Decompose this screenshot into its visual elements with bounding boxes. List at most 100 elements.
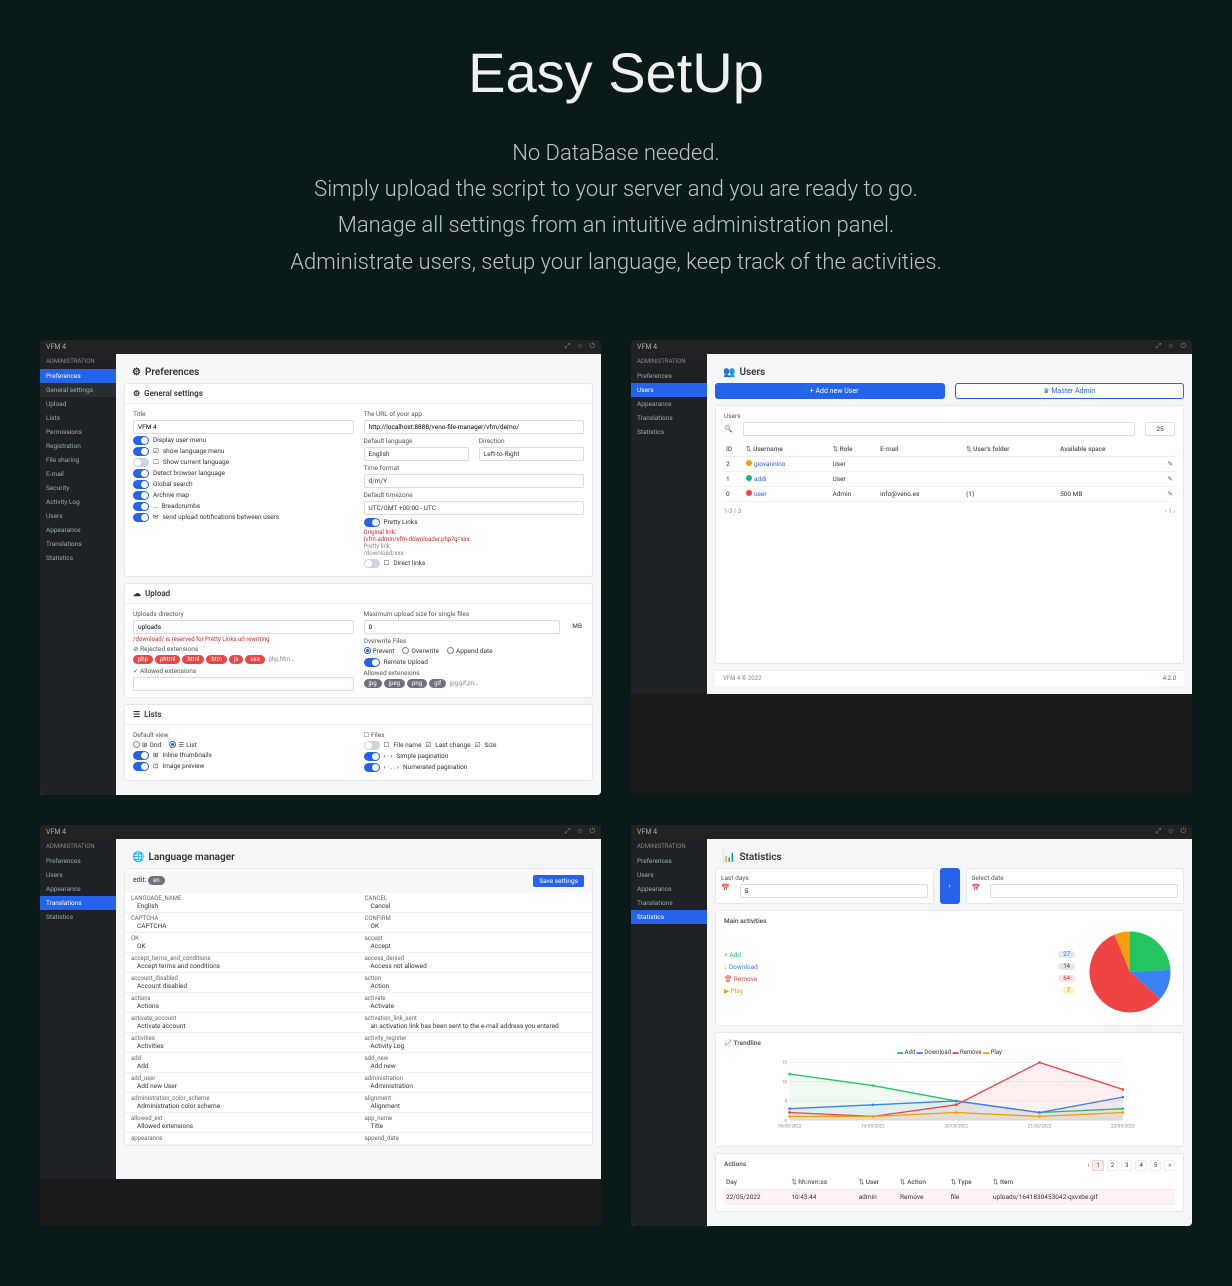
page-title: 🌐 Language manager [124,847,593,868]
svg-text:21/05/2022: 21/05/2022 [1028,1123,1052,1129]
radio-list[interactable]: ☰ List [169,741,196,749]
sidebar-item-permissions[interactable]: Permissions [40,425,116,439]
app-name: VFM 4 [46,343,66,351]
save-button[interactable]: Save settings [533,875,584,887]
svg-text:15: 15 [782,1060,787,1066]
toggle-pretty[interactable] [364,518,380,527]
rejected-tags[interactable]: phpphtmlhtmlhtmjsexe php,htm… [133,655,354,664]
title-input[interactable] [133,420,354,434]
table-row[interactable]: 2giovanninoUser✎ [724,456,1175,471]
sidebar-item-registration[interactable]: Registration [40,439,116,453]
refresh-button[interactable]: › [940,868,960,904]
toggle-pag1[interactable] [364,752,380,761]
sidebar-item-preferences[interactable]: Preferences [40,369,116,383]
radio-grid[interactable]: ⊞ Grid [133,741,161,749]
sidebar-item-translations[interactable]: Translations [631,411,707,425]
sidebar-item-users[interactable]: Users [631,383,707,397]
sidebar-item-users[interactable]: Users [40,509,116,523]
perpage-select[interactable]: 25 [1145,422,1175,436]
section-lists[interactable]: ☰ Lists [125,705,592,725]
sidebar-item-statistics[interactable]: Statistics [631,425,707,439]
toggle-fname[interactable] [364,741,380,750]
section-general[interactable]: ⚙ General settings [125,384,592,404]
sidebar-item-appearance[interactable]: Appearance [40,882,116,896]
legend-item[interactable]: + Add27 [724,949,1075,961]
user-search-input[interactable] [743,422,1135,436]
lang-select[interactable]: English [364,447,469,461]
pagination[interactable]: ‹ 12345» [1088,1160,1176,1171]
toggle-search[interactable] [133,480,149,489]
maxsize-input[interactable] [364,620,561,634]
section-upload[interactable]: ☁ Upload [125,584,592,604]
toggle-direct[interactable] [364,559,380,568]
logout-icon[interactable]: ⏻ [1180,342,1186,351]
sidebar-item-appearance[interactable]: Appearance [631,882,707,896]
toggle-usermenu[interactable] [133,436,149,445]
sidebar-item-email[interactable]: E-mail [40,467,116,481]
sidebar-item-activity[interactable]: Activity Log [40,495,116,509]
sidebar-item-preferences[interactable]: Preferences [631,369,707,383]
sidebar-item-statistics[interactable]: Statistics [631,910,707,924]
table-row[interactable]: 0userAdmininfo@veno.es(1)500 MB✎ [724,486,1175,501]
time-select[interactable]: d/m/Y [364,474,585,488]
master-admin-button[interactable]: ♛ Master Admin [955,383,1185,399]
user-icon[interactable]: ☺ [1167,342,1174,351]
screenshot-statistics: VFM 4⤢☺⏻ ADMINISTRATION Preferences User… [631,825,1192,1226]
logout-icon[interactable]: ⏻ [589,342,595,351]
toggle-curlang[interactable] [133,458,149,467]
sidebar-item-translations[interactable]: Translations [40,537,116,551]
sidebar-item-statistics[interactable]: Statistics [40,910,116,924]
page-next[interactable]: ‹ 1 › [1165,508,1175,515]
svg-text:0: 0 [784,1118,787,1124]
legend-item[interactable]: 🗑 Remove64 [724,973,1075,985]
toggle-thumbs[interactable] [133,751,149,760]
sidebar-item-appearance[interactable]: Appearance [631,397,707,411]
sidebar-item-preferences[interactable]: Preferences [40,854,116,868]
radio-prevent[interactable]: Prevent [364,647,395,655]
legend-item[interactable]: ↓ Download14 [724,961,1075,973]
updir-input[interactable] [133,620,354,634]
sidebar-item-upload[interactable]: Upload [40,397,116,411]
sidebar-item-translations[interactable]: Translations [631,896,707,910]
expand-icon[interactable]: ⤢ [1156,342,1162,351]
actions-table: Day⇅ hh:mm:ss⇅ User⇅ Action⇅ Type⇅ Item … [724,1175,1175,1205]
radio-append[interactable]: Append date [447,647,493,655]
days-input[interactable] [740,884,928,898]
allowed-input[interactable] [133,677,354,691]
svg-text:20/05/2022: 20/05/2022 [944,1123,968,1129]
toggle-breadcrumbs[interactable] [133,502,149,511]
sidebar-item-users[interactable]: Users [40,868,116,882]
sidebar-item-preferences[interactable]: Preferences [631,854,707,868]
allowed-tags[interactable]: jpgjpegpnggif jpg,gif,pn… [364,679,585,688]
sidebar-item-lists[interactable]: Lists [40,411,116,425]
add-user-button[interactable]: 👤+ Add new User [715,383,945,399]
toggle-remote[interactable] [364,658,380,667]
tz-select[interactable]: UTC/GMT +00:00 - UTC [364,501,585,515]
sidebar: ADMINISTRATION Preferences General setti… [40,354,116,795]
sidebar-item-filesharing[interactable]: File sharing [40,453,116,467]
date-input[interactable] [990,884,1178,898]
sidebar-item-users[interactable]: Users [631,868,707,882]
sidebar-item-translations[interactable]: Translations [40,896,116,910]
toggle-pag2[interactable] [364,763,380,772]
sidebar-item-appearance[interactable]: Appearance [40,523,116,537]
sidebar-item-statistics[interactable]: Statistics [40,551,116,565]
dir-select[interactable]: Left-to-Right [479,447,584,461]
table-row[interactable]: 22/05/202210:43:44adminRemovefileuploads… [724,1189,1175,1204]
expand-icon[interactable]: ⤢ [565,342,571,351]
toggle-langmenu[interactable] [133,447,149,456]
toggle-archive[interactable] [133,491,149,500]
toggle-notif[interactable] [133,513,149,522]
sidebar-item-security[interactable]: Security [40,481,116,495]
user-icon[interactable]: ☺ [576,342,583,351]
page-title: 📊 Statistics [715,847,1184,868]
url-input[interactable] [364,420,585,434]
hero-text: No DataBase needed. Simply upload the sc… [100,135,1132,280]
toggle-detect[interactable] [133,469,149,478]
titlebar: VFM 4 ⤢ ☺ ⏻ [40,340,601,354]
radio-overwrite[interactable]: Overwrite [402,647,439,655]
sidebar-item-general[interactable]: General settings [40,383,116,397]
legend-item[interactable]: ▶ Play7 [724,985,1075,997]
table-row[interactable]: 1addiUser✎ [724,471,1175,486]
toggle-imgprev[interactable] [133,762,149,771]
